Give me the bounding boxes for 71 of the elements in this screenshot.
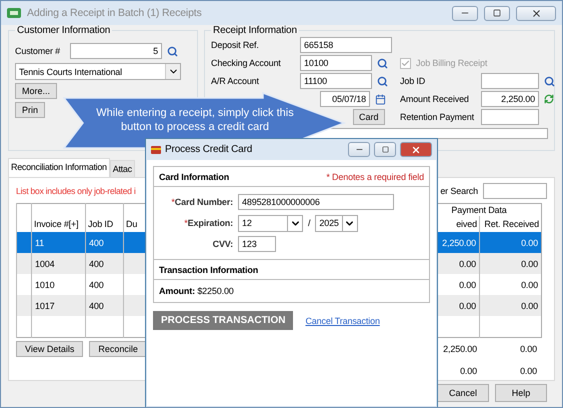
customer-dropdown[interactable]: Tennis Courts International [15, 63, 181, 80]
customer-field[interactable]: 5 [70, 43, 162, 59]
card-icon [151, 146, 161, 154]
tab[interactable]: Attac [110, 160, 135, 177]
process-transaction-button[interactable]: PROCESS TRANSACTION [153, 311, 294, 330]
text-field[interactable]: 10100 [300, 55, 372, 71]
search-icon[interactable] [377, 58, 388, 68]
notice-text: List box includes only job-related i [16, 186, 136, 196]
field-label: *Card Number: [170, 197, 233, 207]
app-icon [7, 7, 21, 19]
action-button[interactable]: Reconcile [89, 341, 147, 357]
checkbox-label: Job Billing Receipt [416, 58, 488, 68]
maximize-icon[interactable] [382, 146, 388, 153]
callout-text: While entering a receipt, simply click this button to process a credit card [95, 106, 295, 134]
action-button[interactable]: View Details [16, 341, 84, 357]
text-field[interactable]: 665158 [300, 37, 392, 53]
section-title: Transaction Information [159, 264, 258, 274]
window-title: Adding a Receipt in Batch (1) Receipts [27, 7, 203, 19]
dialog-button[interactable]: Cancel [437, 384, 489, 402]
table-cell: 400 [86, 295, 124, 316]
table-cell: 1017 [32, 295, 86, 316]
maximize-button[interactable] [484, 6, 510, 20]
field-label: Customer # [15, 46, 62, 56]
action-button[interactable]: More... [15, 83, 58, 99]
calendar-icon[interactable] [375, 94, 386, 104]
date-separator: / [308, 218, 310, 228]
field-label: Retention Payment [400, 112, 475, 122]
section-title: Card Information [159, 172, 230, 182]
total-value: 2,250.00 [442, 344, 477, 354]
group-title: Receipt Information [212, 25, 298, 36]
close-button[interactable] [400, 142, 432, 157]
amount-text: Amount: $2250.00 [159, 286, 235, 296]
field-label: Amount Received [400, 94, 470, 104]
search-icon[interactable] [167, 46, 178, 56]
check-icon [401, 58, 410, 68]
search-icon[interactable] [544, 76, 555, 86]
field-label: Checking Account [211, 58, 282, 68]
table-cell: 0.00 [479, 295, 542, 316]
text-field[interactable] [481, 73, 539, 89]
search-icon[interactable] [377, 76, 388, 86]
maximize-button[interactable] [374, 142, 396, 157]
tab[interactable]: Reconciliation Information [8, 158, 110, 177]
card-number-field[interactable]: 4895281000000006 [238, 194, 394, 210]
field-label: er Search [440, 186, 478, 196]
group-title: Customer Information [16, 25, 112, 36]
total-value: 0.00 [459, 366, 477, 376]
field-label: CVV: [212, 239, 233, 249]
cancel-transaction-link[interactable]: Cancel Transaction [305, 316, 380, 326]
close-icon[interactable] [530, 8, 542, 18]
required-note: * Denotes a required field [326, 172, 424, 182]
total-value: 0.00 [519, 344, 537, 354]
month-select[interactable]: 12 [238, 214, 303, 232]
text-field[interactable] [481, 109, 539, 125]
cvv-field[interactable]: 123 [238, 236, 276, 252]
field-label: Deposit Ref. [211, 40, 260, 50]
action-button[interactable]: Prin [15, 102, 46, 118]
total-value: 0.00 [519, 366, 537, 376]
text-field[interactable]: 11100 [300, 73, 372, 89]
dialog-title: Process Credit Card [165, 144, 254, 155]
close-button[interactable] [516, 6, 556, 20]
maximize-icon[interactable] [493, 9, 501, 17]
search-field[interactable] [483, 183, 547, 199]
field-label: A/R Account [211, 76, 260, 86]
date-field[interactable]: 05/07/18 [320, 91, 370, 107]
text-field[interactable]: 2,250.00 [481, 91, 539, 107]
year-select[interactable]: 2025 [315, 214, 358, 232]
field-label: *Expiration: [183, 218, 233, 228]
field-label: Job ID [400, 76, 426, 86]
refresh-icon[interactable] [544, 94, 554, 104]
dialog-button[interactable]: Help [495, 384, 547, 402]
card-button[interactable]: Card [353, 109, 385, 125]
